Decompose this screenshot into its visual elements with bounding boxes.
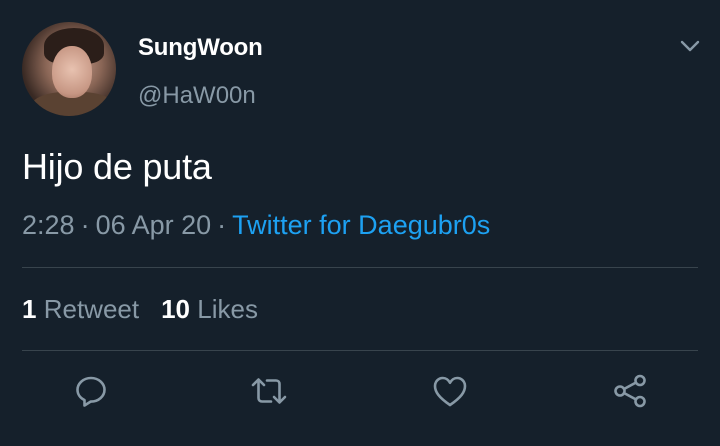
tweet-detail: SungWoon @HaW00n Hijo de puta 2:28 · 06 Ap…	[0, 0, 720, 446]
avatar[interactable]	[22, 22, 116, 116]
retweet-button[interactable]	[250, 372, 288, 410]
like-button[interactable]	[431, 372, 469, 410]
share-icon	[614, 374, 646, 408]
divider	[22, 350, 698, 351]
tweet-text: Hijo de puta	[22, 146, 212, 187]
share-button[interactable]	[611, 372, 649, 410]
retweet-label: Retweet	[43, 294, 140, 324]
tweet-meta: 2:28 · 06 Apr 20 · Twitter for Daegubr0s	[22, 210, 490, 241]
tweet-stats: 1 Retweet 10 Likes	[22, 294, 258, 325]
avatar-face	[52, 46, 92, 98]
retweet-icon	[251, 378, 287, 404]
user-handle[interactable]: @HaW00n	[138, 82, 256, 110]
tweet-source-link[interactable]: Twitter for Daegubr0s	[232, 210, 490, 240]
likes-label: Likes	[197, 294, 258, 324]
retweet-count: 1	[22, 294, 37, 324]
tweet-date: 06 Apr 20	[95, 210, 212, 240]
meta-separator: ·	[80, 210, 90, 240]
reply-icon	[76, 376, 106, 407]
divider	[22, 267, 698, 268]
meta-separator: ·	[217, 210, 227, 240]
likes-stat[interactable]: 10 Likes	[161, 294, 258, 324]
retweet-stat[interactable]: 1 Retweet	[22, 294, 139, 324]
tweet-time: 2:28	[22, 210, 75, 240]
likes-count: 10	[161, 294, 191, 324]
reply-button[interactable]	[72, 372, 110, 410]
heart-icon	[433, 376, 467, 407]
chevron-down-icon[interactable]	[678, 36, 702, 56]
display-name[interactable]: SungWoon	[138, 34, 263, 62]
